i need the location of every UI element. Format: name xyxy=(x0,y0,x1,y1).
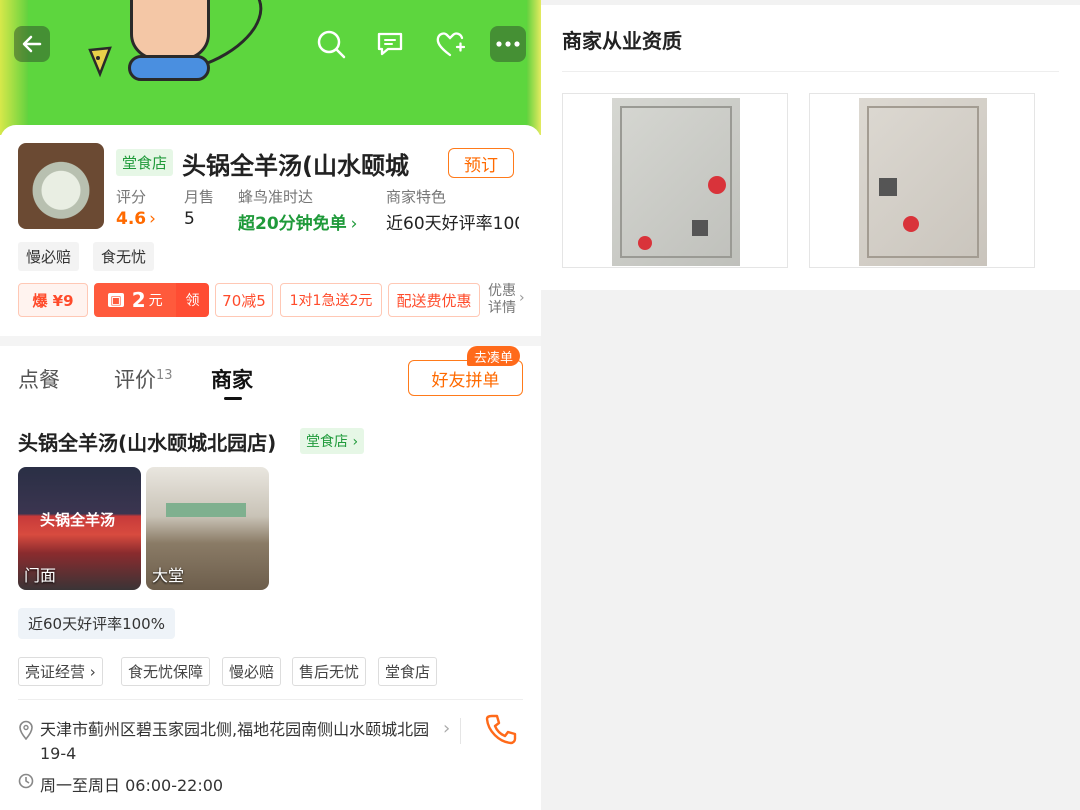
tag-slow-compensation: 慢必赔 xyxy=(222,657,282,686)
empty-background xyxy=(541,290,1080,810)
red-seal xyxy=(903,216,919,232)
tab-merchant[interactable]: 商家 xyxy=(211,364,253,394)
claim-button[interactable]: 领 xyxy=(176,283,209,317)
red-packet-icon: ▣ xyxy=(108,293,124,307)
qualifications-panel: 商家从业资质 xyxy=(541,5,1080,290)
offer-details-link[interactable]: 优惠 详情 xyxy=(488,283,516,317)
feature-value: 近60天好评率100% xyxy=(386,214,519,234)
business-license-card[interactable] xyxy=(562,93,788,268)
ontime-value[interactable]: 超20分钟免单 › xyxy=(238,209,357,234)
reserve-button[interactable]: 预订 xyxy=(448,148,514,178)
tag-dine-in: 堂食店 xyxy=(378,657,438,686)
arrow-left-icon xyxy=(22,35,42,53)
store-name: 头锅全羊汤(山水颐城 xyxy=(182,152,409,180)
store-address[interactable]: 天津市蓟州区碧玉家园北侧,福地花园南侧山水颐城北园19-4 xyxy=(40,718,440,766)
more-icon xyxy=(496,41,520,47)
discount-express[interactable]: 1对1急送2元 xyxy=(280,283,382,317)
merchant-type-tag[interactable]: 堂食店 › xyxy=(300,428,365,454)
section-divider xyxy=(0,336,541,346)
merchant-full-name: 头锅全羊汤(山水颐城北园店) xyxy=(18,431,277,455)
ontime-label: 蜂鸟准时达 xyxy=(238,188,314,206)
clock-icon xyxy=(18,773,34,789)
rating-rate-chip: 近60天好评率100% xyxy=(18,608,175,639)
qr-code xyxy=(692,220,708,236)
store-page: 堂食店 头锅全羊汤(山水颐城 预订 评分 4.6 › 月售 5 蜂鸟准时达 超20… xyxy=(0,0,541,810)
tag-licensed[interactable]: 亮证经营 › xyxy=(18,657,103,686)
food-permit-image xyxy=(859,98,987,266)
tab-order[interactable]: 点餐 xyxy=(18,364,60,394)
store-type-tag: 堂食店 xyxy=(116,149,174,176)
monthly-sales-value: 5 xyxy=(184,209,195,229)
active-tab-indicator xyxy=(224,397,242,400)
rating-value[interactable]: 4.6 › xyxy=(116,209,156,229)
group-order-badge: 去凑单 xyxy=(467,346,521,366)
back-button[interactable] xyxy=(14,26,50,62)
monthly-sales-label: 月售 xyxy=(184,188,215,206)
divider xyxy=(18,699,523,700)
business-license-image xyxy=(612,98,740,266)
business-hours: 周一至周日 06:00-22:00 xyxy=(40,776,224,795)
qr-code xyxy=(879,178,897,196)
search-icon xyxy=(317,30,346,59)
location-pin-icon xyxy=(19,720,33,740)
red-seal xyxy=(638,236,652,250)
store-thumbnail[interactable] xyxy=(18,143,104,229)
more-button[interactable] xyxy=(490,26,526,62)
favorite-button[interactable] xyxy=(432,26,468,62)
tab-reviews[interactable]: 评价13 xyxy=(114,364,173,394)
chevron-right-icon: › xyxy=(519,290,525,306)
spoon-illustration xyxy=(88,46,112,78)
red-packet-coupon[interactable]: ▣ 2 元 xyxy=(94,283,177,317)
tag-after-sales: 售后无忧 xyxy=(292,657,367,686)
chip-slow-compensation: 慢必赔 xyxy=(18,242,80,271)
rating-label: 评分 xyxy=(116,188,147,206)
favorite-heart-icon xyxy=(436,32,465,57)
chip-food-safety: 食无忧 xyxy=(93,242,155,271)
red-seal xyxy=(708,176,726,194)
storefront-photo[interactable]: 头锅全羊汤 门面 xyxy=(18,467,141,590)
qualifications-title: 商家从业资质 xyxy=(562,29,682,53)
store-banner xyxy=(0,0,541,135)
discount-70-5[interactable]: 70减5 xyxy=(215,283,273,317)
chevron-right-icon: › xyxy=(443,718,451,739)
tag-food-safety-guarantee: 食无忧保障 xyxy=(121,657,211,686)
food-permit-card[interactable] xyxy=(809,93,1035,268)
banner-hand-illustration xyxy=(130,0,210,60)
message-button[interactable] xyxy=(372,26,408,62)
dining-hall-photo[interactable]: 大堂 xyxy=(146,467,269,590)
feature-label: 商家特色 xyxy=(386,188,447,206)
message-icon xyxy=(377,32,403,56)
search-button[interactable] xyxy=(313,26,349,62)
divider xyxy=(562,71,1059,72)
discount-delivery-fee[interactable]: 配送费优惠 xyxy=(388,283,480,317)
storefront-sign: 头锅全羊汤 xyxy=(40,511,116,529)
phone-icon[interactable] xyxy=(484,712,518,746)
burst-coupon[interactable]: 爆 ¥9 xyxy=(18,283,88,317)
